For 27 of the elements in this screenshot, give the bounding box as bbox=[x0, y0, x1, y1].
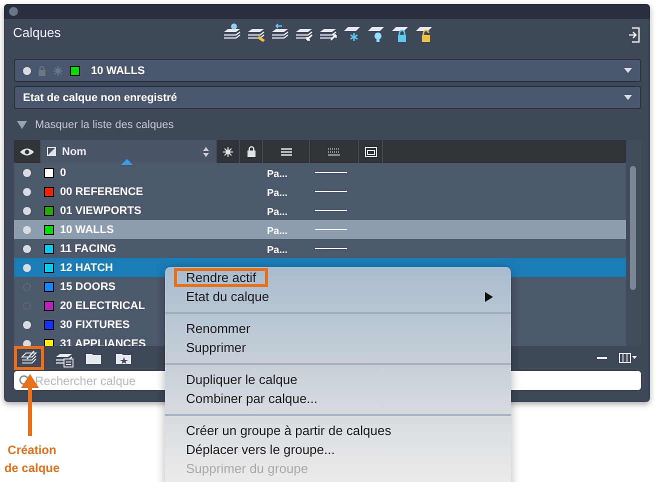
layer-name: 12 HATCH bbox=[60, 262, 113, 274]
panel-title: Calques bbox=[13, 25, 61, 41]
menu-label: Renommer bbox=[185, 320, 252, 338]
callout-label: Création de calque bbox=[3, 442, 61, 477]
plot-style-cell: Pa... bbox=[267, 244, 288, 256]
highlighted-menu-label: Rendre actif bbox=[174, 268, 268, 287]
plot-style-cell: Pa... bbox=[267, 226, 288, 236]
current-layer-name: 10 WALLS bbox=[91, 64, 145, 76]
plot-style-cell: Pa... bbox=[267, 168, 288, 180]
menu-label: Combiner par calque... bbox=[185, 390, 319, 408]
plot-style-cell: Pa... bbox=[267, 188, 288, 198]
layer-name: 01 VIEWPORTS bbox=[60, 204, 142, 216]
plot-style-cell: Pa... bbox=[267, 206, 288, 218]
layer-state-value: Etat de calque non enregistré bbox=[23, 92, 178, 104]
layer-name: 20 ELECTRICAL bbox=[60, 300, 145, 312]
menu-label: Déplacer vers le groupe... bbox=[185, 441, 336, 459]
layer-name: 11 FACING bbox=[60, 242, 116, 254]
layer-name: 0 bbox=[60, 166, 66, 178]
menu-label: Supprimer du groupe bbox=[185, 460, 310, 478]
layer-name: 15 DOORS bbox=[60, 280, 116, 292]
layer-name: 10 WALLS bbox=[60, 224, 114, 236]
menu-label: Supprimer bbox=[185, 339, 247, 357]
layer-name: 30 FIXTURES bbox=[60, 318, 130, 330]
menu-label: Créer un groupe à partir de calques bbox=[185, 422, 392, 440]
menu-label: Etat du calque bbox=[185, 288, 270, 306]
menu-label: Dupliquer le calque bbox=[185, 371, 298, 389]
layer-name: 00 REFERENCE bbox=[60, 186, 144, 198]
